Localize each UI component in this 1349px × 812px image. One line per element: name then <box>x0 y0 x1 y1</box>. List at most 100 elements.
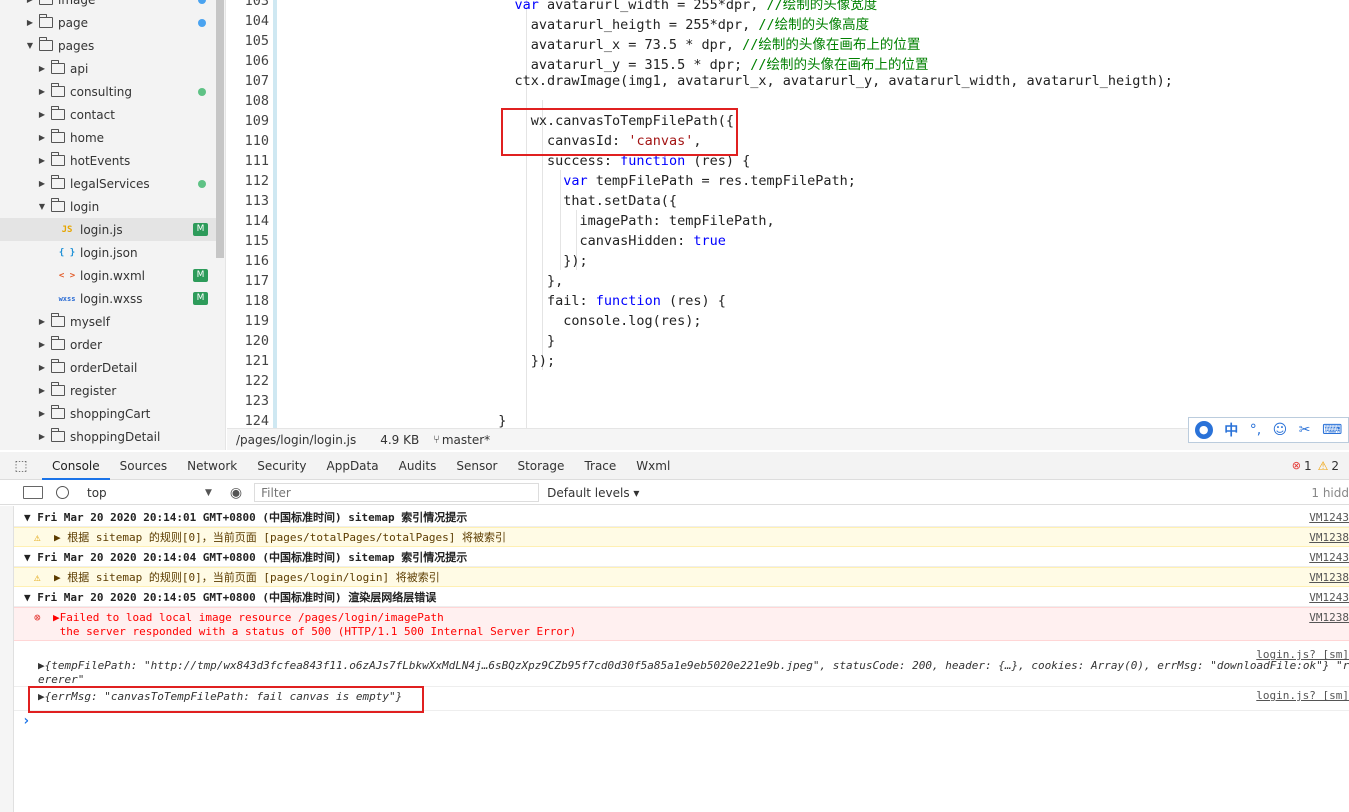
chevron-down-icon[interactable]: ▼ <box>24 41 36 50</box>
filter-input[interactable] <box>254 483 540 502</box>
tab-sources[interactable]: Sources <box>110 452 177 480</box>
code-line[interactable]: var tempFilePath = res.tempFilePath; <box>482 173 856 189</box>
chevron-right-icon[interactable]: ▶ <box>36 317 48 326</box>
toggle-sidebar-icon[interactable] <box>23 486 43 499</box>
tree-item-legalServices[interactable]: ▶ legalServices <box>0 172 216 195</box>
error-count-icon[interactable]: ⊗ <box>1292 459 1301 472</box>
chevron-right-icon[interactable]: ▶ <box>24 0 36 4</box>
console-source-link[interactable]: VM1238 <box>1309 611 1349 624</box>
code-line[interactable]: avatarurl_x = 73.5 * dpr, //绘制的头像在画布上的位置 <box>482 33 921 53</box>
code-line[interactable]: avatarurl_heigth = 255*dpr, //绘制的头像高度 <box>482 13 869 33</box>
ime-emoji-icon[interactable]: ☺ <box>1273 422 1288 438</box>
tab-network[interactable]: Network <box>177 452 247 480</box>
chevron-right-icon[interactable]: ▶ <box>36 386 48 395</box>
console-message-err[interactable]: ⊗ ▶Failed to load local image resource /p… <box>14 607 1349 641</box>
ime-toolbar[interactable]: ● 中 °, ☺ ✂ ⌨ <box>1188 417 1349 443</box>
chevron-down-icon[interactable]: ▼ <box>36 202 48 211</box>
chevron-right-icon[interactable]: ▶ <box>36 133 48 142</box>
console-source-link[interactable]: VM1243 <box>1309 511 1349 524</box>
tree-item-api[interactable]: ▶ api <box>0 57 216 80</box>
tree-item-myself[interactable]: ▶ myself <box>0 310 216 333</box>
chevron-right-icon[interactable]: ▶ <box>36 340 48 349</box>
tab-storage[interactable]: Storage <box>507 452 574 480</box>
tree-item-shoppingDetail[interactable]: ▶ shoppingDetail <box>0 425 216 448</box>
code-line[interactable]: ctx.drawImage(img1, avatarurl_x, avataru… <box>482 73 1173 89</box>
code-line[interactable]: }, <box>482 273 563 289</box>
ime-punct-icon[interactable]: °, <box>1250 422 1261 438</box>
console-message-warn[interactable]: ⚠ ▶ 根据 sitemap 的规则[0]，当前页面 [pages/totalPa… <box>14 527 1349 547</box>
tab-console[interactable]: Console <box>42 452 110 480</box>
code-line[interactable]: } <box>482 413 506 428</box>
code-line[interactable]: var avatarurl_width = 255*dpr, //绘制的头像宽度 <box>482 0 878 13</box>
ime-chinese-label[interactable]: 中 <box>1224 420 1238 440</box>
console-prompt-icon[interactable]: › <box>22 713 30 729</box>
chevron-right-icon[interactable]: ▶ <box>36 87 48 96</box>
eye-icon[interactable]: ◉ <box>230 485 242 501</box>
code-line[interactable]: }); <box>482 353 555 369</box>
context-dropdown-icon[interactable]: ▼ <box>205 488 212 498</box>
tree-item-shoppingCart[interactable]: ▶ shoppingCart <box>0 402 216 425</box>
console-message-group[interactable]: ▼ Fri Mar 20 2020 20:14:01 GMT+0800 (中国标… <box>14 508 1349 527</box>
error-count[interactable]: 1 <box>1304 459 1312 473</box>
code-line[interactable]: console.log(res); <box>482 313 701 329</box>
ime-keyboard-icon[interactable]: ⌨ <box>1322 422 1342 438</box>
inspect-icon[interactable]: ⬚ <box>0 458 42 474</box>
tab-trace[interactable]: Trace <box>574 452 626 480</box>
tree-item-order[interactable]: ▶ order <box>0 333 216 356</box>
code-line[interactable]: }); <box>482 253 587 269</box>
console-source-link[interactable]: VM1243 <box>1309 591 1349 604</box>
tree-item-register[interactable]: ▶ register <box>0 379 216 402</box>
code-line[interactable]: canvasHidden: true <box>482 233 726 249</box>
chevron-right-icon[interactable]: ▶ <box>24 18 36 27</box>
tab-audits[interactable]: Audits <box>389 452 447 480</box>
tab-security[interactable]: Security <box>247 452 316 480</box>
tab-sensor[interactable]: Sensor <box>446 452 507 480</box>
console-source-link[interactable]: VM1238 <box>1309 531 1349 544</box>
console-output[interactable]: ▼ Fri Mar 20 2020 20:14:01 GMT+0800 (中国标… <box>0 506 1349 812</box>
tree-item-orderDetail[interactable]: ▶ orderDetail <box>0 356 216 379</box>
clear-console-icon[interactable] <box>56 486 69 499</box>
chevron-right-icon[interactable]: ▶ <box>36 156 48 165</box>
code-area[interactable]: var avatarurl_width = 255*dpr, //绘制的头像宽度… <box>282 0 1349 428</box>
tree-item-hotEvents[interactable]: ▶ hotEvents <box>0 149 216 172</box>
code-line[interactable]: that.setData({ <box>482 193 677 209</box>
tree-item-login-js[interactable]: JS login.js M <box>0 218 216 241</box>
tree-item-login-json[interactable]: { } login.json <box>0 241 216 264</box>
tree-item-home[interactable]: ▶ home <box>0 126 216 149</box>
ime-avatar-icon[interactable]: ● <box>1194 421 1213 439</box>
tree-item-login[interactable]: ▼ login <box>0 195 216 218</box>
status-git-branch[interactable]: master* <box>442 433 490 447</box>
code-line[interactable]: avatarurl_y = 315.5 * dpr; //绘制的头像在画布上的位… <box>482 53 929 73</box>
ime-scissors-icon[interactable]: ✂ <box>1299 422 1311 438</box>
warning-count[interactable]: 2 <box>1331 459 1339 473</box>
tree-item-contact[interactable]: ▶ contact <box>0 103 216 126</box>
console-message-group[interactable]: ▼ Fri Mar 20 2020 20:14:04 GMT+0800 (中国标… <box>14 548 1349 567</box>
console-message-warn[interactable]: ⚠ ▶ 根据 sitemap 的规则[0]，当前页面 [pages/login/l… <box>14 567 1349 587</box>
chevron-right-icon[interactable]: ▶ <box>36 179 48 188</box>
code-line[interactable]: fail: function (res) { <box>482 293 726 309</box>
tree-item-consulting[interactable]: ▶ consulting <box>0 80 216 103</box>
explorer-scrollbar[interactable] <box>216 0 224 258</box>
code-line[interactable]: } <box>482 333 555 349</box>
console-message-log[interactable]: ▶{tempFilePath: "http://tmp/wx843d3fcfea… <box>14 646 1349 687</box>
console-source-link[interactable]: VM1238 <box>1309 571 1349 584</box>
console-source-link[interactable]: login.js? [sm] <box>1256 648 1349 661</box>
console-source-link[interactable]: login.js? [sm] <box>1256 689 1349 702</box>
chevron-right-icon[interactable]: ▶ <box>36 363 48 372</box>
chevron-right-icon[interactable]: ▶ <box>36 432 48 441</box>
levels-dropdown[interactable]: Default levels ▾ <box>547 486 639 500</box>
tree-item-image[interactable]: ▶ image <box>0 0 216 11</box>
code-line[interactable]: imagePath: tempFilePath, <box>482 213 775 229</box>
tree-item-pages[interactable]: ▼ pages <box>0 34 216 57</box>
console-message-group[interactable]: ▼ Fri Mar 20 2020 20:14:05 GMT+0800 (中国标… <box>14 588 1349 607</box>
warning-count-icon[interactable]: ⚠ <box>1318 459 1329 473</box>
context-select[interactable]: top <box>87 486 205 500</box>
tree-item-login-wxml[interactable]: < > login.wxml M <box>0 264 216 287</box>
chevron-right-icon[interactable]: ▶ <box>36 110 48 119</box>
tab-appdata[interactable]: AppData <box>317 452 389 480</box>
code-editor[interactable]: 103 104 105 106 107 108 109 110 111 112 113 114 115 1… <box>227 0 1349 428</box>
tree-item-page[interactable]: ▶ page <box>0 11 216 34</box>
chevron-right-icon[interactable]: ▶ <box>36 409 48 418</box>
console-source-link[interactable]: VM1243 <box>1309 551 1349 564</box>
chevron-right-icon[interactable]: ▶ <box>36 64 48 73</box>
